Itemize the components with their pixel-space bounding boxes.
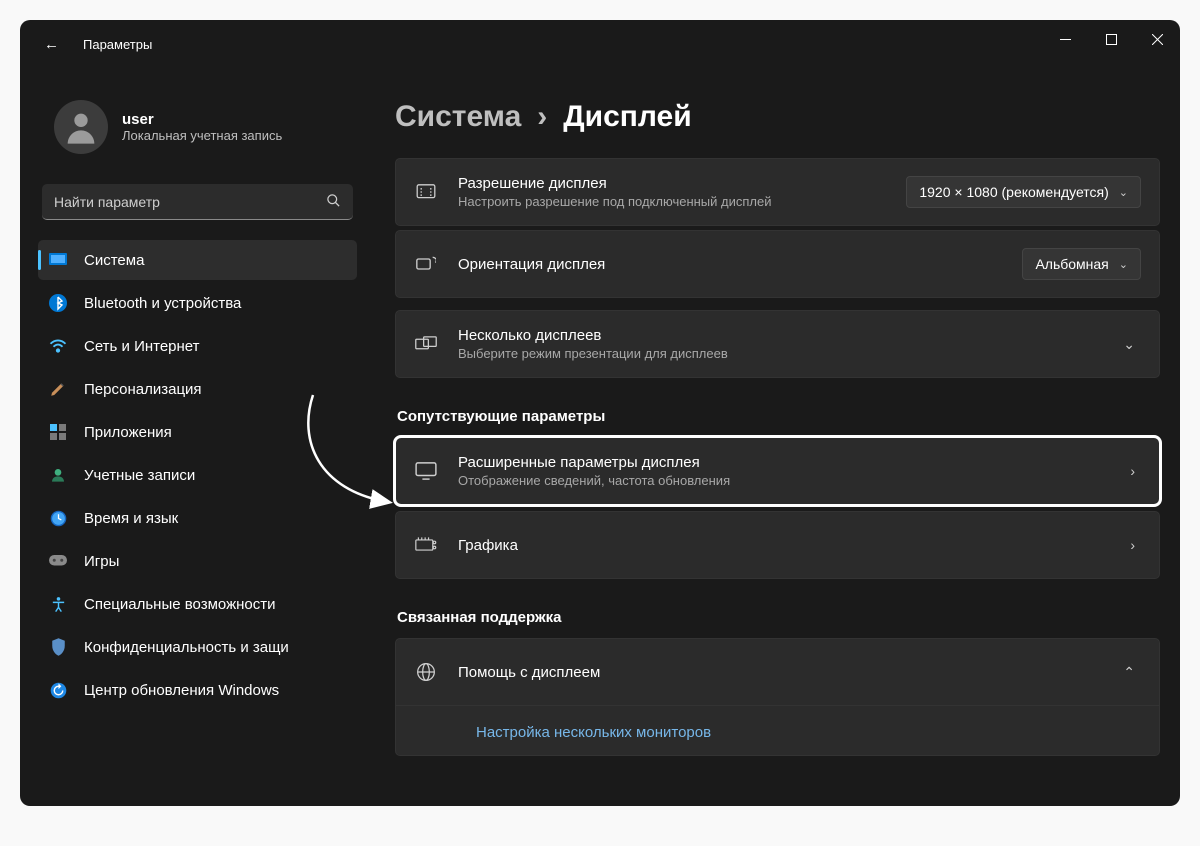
card-subtitle: Выберите режим презентации для дисплеев — [458, 346, 1097, 361]
orientation-icon — [414, 255, 438, 273]
nav-apps[interactable]: Приложения — [38, 412, 357, 452]
dropdown-value: Альбомная — [1035, 256, 1108, 272]
chevron-down-icon: ⌄ — [1117, 336, 1141, 353]
apps-icon — [48, 422, 68, 442]
nav-label: Персонализация — [84, 381, 202, 398]
wifi-icon — [48, 336, 68, 356]
accessibility-icon — [48, 594, 68, 614]
multi-display-icon — [414, 336, 438, 352]
nav-label: Сеть и Интернет — [84, 338, 200, 355]
chevron-up-icon: ⌃ — [1117, 664, 1141, 681]
nav-privacy[interactable]: Конфиденциальность и защи — [38, 627, 357, 667]
nav-gaming[interactable]: Игры — [38, 541, 357, 581]
card-title: Помощь с дисплеем — [458, 664, 1097, 681]
orientation-row[interactable]: Ориентация дисплея Альбомная ⌄ — [395, 230, 1160, 298]
shield-icon — [48, 637, 68, 657]
chevron-right-icon: › — [537, 100, 547, 134]
nav-system[interactable]: Система — [38, 240, 357, 280]
card-subtitle: Отображение сведений, частота обновления — [458, 473, 1104, 488]
card-subtitle: Настроить разрешение под подключенный ди… — [458, 194, 886, 209]
back-arrow-icon[interactable]: ← — [44, 36, 59, 53]
chevron-down-icon: ⌄ — [1119, 186, 1128, 199]
help-link[interactable]: Настройка нескольких мониторов — [414, 706, 711, 741]
search-icon — [326, 193, 341, 211]
close-button[interactable] — [1134, 20, 1180, 58]
nav-label: Конфиденциальность и защи — [84, 639, 289, 656]
card-title: Разрешение дисплея — [458, 175, 886, 192]
search-input[interactable]: Найти параметр — [42, 184, 353, 220]
orientation-dropdown[interactable]: Альбомная ⌄ — [1022, 248, 1141, 280]
minimize-button[interactable] — [1042, 20, 1088, 58]
nav-label: Центр обновления Windows — [84, 682, 279, 699]
monitor-icon — [414, 462, 438, 480]
chevron-right-icon: › — [1124, 463, 1141, 479]
resolution-icon — [414, 184, 438, 200]
nav-accounts[interactable]: Учетные записи — [38, 455, 357, 495]
section-related-heading: Сопутствующие параметры — [397, 408, 1160, 425]
nav-list: Система Bluetooth и устройства Сеть и Ин… — [38, 240, 357, 710]
brush-icon — [48, 379, 68, 399]
nav-label: Игры — [84, 553, 119, 570]
search-placeholder: Найти параметр — [54, 194, 160, 210]
card-title: Графика — [458, 537, 1104, 554]
nav-network[interactable]: Сеть и Интернет — [38, 326, 357, 366]
app-title: Параметры — [83, 37, 152, 52]
breadcrumb-prev[interactable]: Система — [395, 100, 521, 134]
card-title: Ориентация дисплея — [458, 256, 1002, 273]
dropdown-value: 1920 × 1080 (рекомендуется) — [919, 184, 1108, 200]
breadcrumb-current: Дисплей — [563, 100, 691, 134]
nav-label: Время и язык — [84, 510, 178, 527]
resolution-row[interactable]: Разрешение дисплея Настроить разрешение … — [395, 158, 1160, 226]
section-support-heading: Связанная поддержка — [397, 609, 1160, 626]
profile-block[interactable]: user Локальная учетная запись — [38, 88, 357, 176]
nav-label: Приложения — [84, 424, 172, 441]
nav-label: Система — [84, 252, 144, 269]
sidebar: user Локальная учетная запись Найти пара… — [20, 88, 375, 806]
help-row[interactable]: Помощь с дисплеем ⌃ — [395, 638, 1160, 706]
nav-time[interactable]: Время и язык — [38, 498, 357, 538]
card-title: Расширенные параметры дисплея — [458, 454, 1104, 471]
avatar-icon — [54, 100, 108, 154]
help-expanded: Настройка нескольких мониторов — [395, 706, 1160, 756]
titlebar: ← Параметры — [20, 20, 1180, 68]
breadcrumb: Система › Дисплей — [395, 100, 1160, 134]
chevron-down-icon: ⌄ — [1119, 258, 1128, 271]
maximize-button[interactable] — [1088, 20, 1134, 58]
gamepad-icon — [48, 551, 68, 571]
nav-label: Специальные возможности — [84, 596, 276, 613]
nav-label: Bluetooth и устройства — [84, 295, 241, 312]
nav-accessibility[interactable]: Специальные возможности — [38, 584, 357, 624]
nav-label: Учетные записи — [84, 467, 195, 484]
graphics-row[interactable]: Графика › — [395, 511, 1160, 579]
graphics-icon — [414, 537, 438, 553]
resolution-dropdown[interactable]: 1920 × 1080 (рекомендуется) ⌄ — [906, 176, 1141, 208]
main-content: Система › Дисплей Разрешение дисплея Нас… — [395, 100, 1160, 806]
clock-icon — [48, 508, 68, 528]
window-controls — [1042, 20, 1180, 58]
multi-display-row[interactable]: Несколько дисплеев Выберите режим презен… — [395, 310, 1160, 378]
user-name: user — [122, 111, 282, 128]
nav-personalization[interactable]: Персонализация — [38, 369, 357, 409]
nav-update[interactable]: Центр обновления Windows — [38, 670, 357, 710]
user-subtitle: Локальная учетная запись — [122, 128, 282, 143]
globe-icon — [414, 662, 438, 682]
chevron-right-icon: › — [1124, 537, 1141, 553]
card-title: Несколько дисплеев — [458, 327, 1097, 344]
system-icon — [48, 250, 68, 270]
bluetooth-icon — [48, 293, 68, 313]
nav-bluetooth[interactable]: Bluetooth и устройства — [38, 283, 357, 323]
advanced-display-row[interactable]: Расширенные параметры дисплея Отображени… — [395, 437, 1160, 505]
update-icon — [48, 680, 68, 700]
person-icon — [48, 465, 68, 485]
